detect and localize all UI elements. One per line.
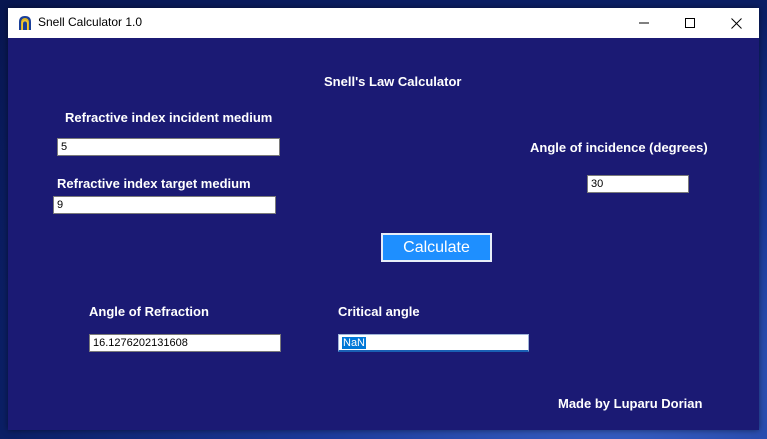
calculate-button[interactable]: Calculate — [381, 233, 492, 262]
refraction-label: Angle of Refraction — [89, 304, 209, 319]
close-icon — [730, 17, 742, 29]
client-area: Snell's Law Calculator Refractive index … — [8, 38, 759, 430]
critical-angle-label: Critical angle — [338, 304, 420, 319]
incident-index-input[interactable]: 5 — [57, 138, 280, 156]
minimize-button[interactable] — [621, 8, 667, 38]
window-title: Snell Calculator 1.0 — [38, 15, 143, 29]
critical-angle-output[interactable]: NaN — [338, 334, 529, 352]
maximize-button[interactable] — [667, 8, 713, 38]
angle-incidence-label: Angle of incidence (degrees) — [530, 140, 708, 155]
title-bar[interactable]: Snell Calculator 1.0 — [8, 8, 759, 38]
incident-index-label: Refractive index incident medium — [65, 110, 273, 125]
refraction-output[interactable]: 16.1276202131608 — [89, 334, 281, 352]
target-index-input[interactable]: 9 — [53, 196, 276, 214]
credit-text: Made by Luparu Dorian — [558, 396, 703, 411]
maximize-icon — [685, 18, 695, 28]
target-index-label: Refractive index target medium — [57, 176, 251, 191]
minimize-icon — [639, 22, 649, 24]
app-window: Snell Calculator 1.0 Snell's Law Calcula… — [8, 8, 759, 430]
critical-angle-value: NaN — [342, 337, 367, 349]
angle-incidence-input[interactable]: 30 — [587, 175, 689, 193]
page-heading: Snell's Law Calculator — [324, 74, 462, 89]
app-icon — [17, 15, 33, 31]
close-button[interactable] — [713, 8, 759, 38]
